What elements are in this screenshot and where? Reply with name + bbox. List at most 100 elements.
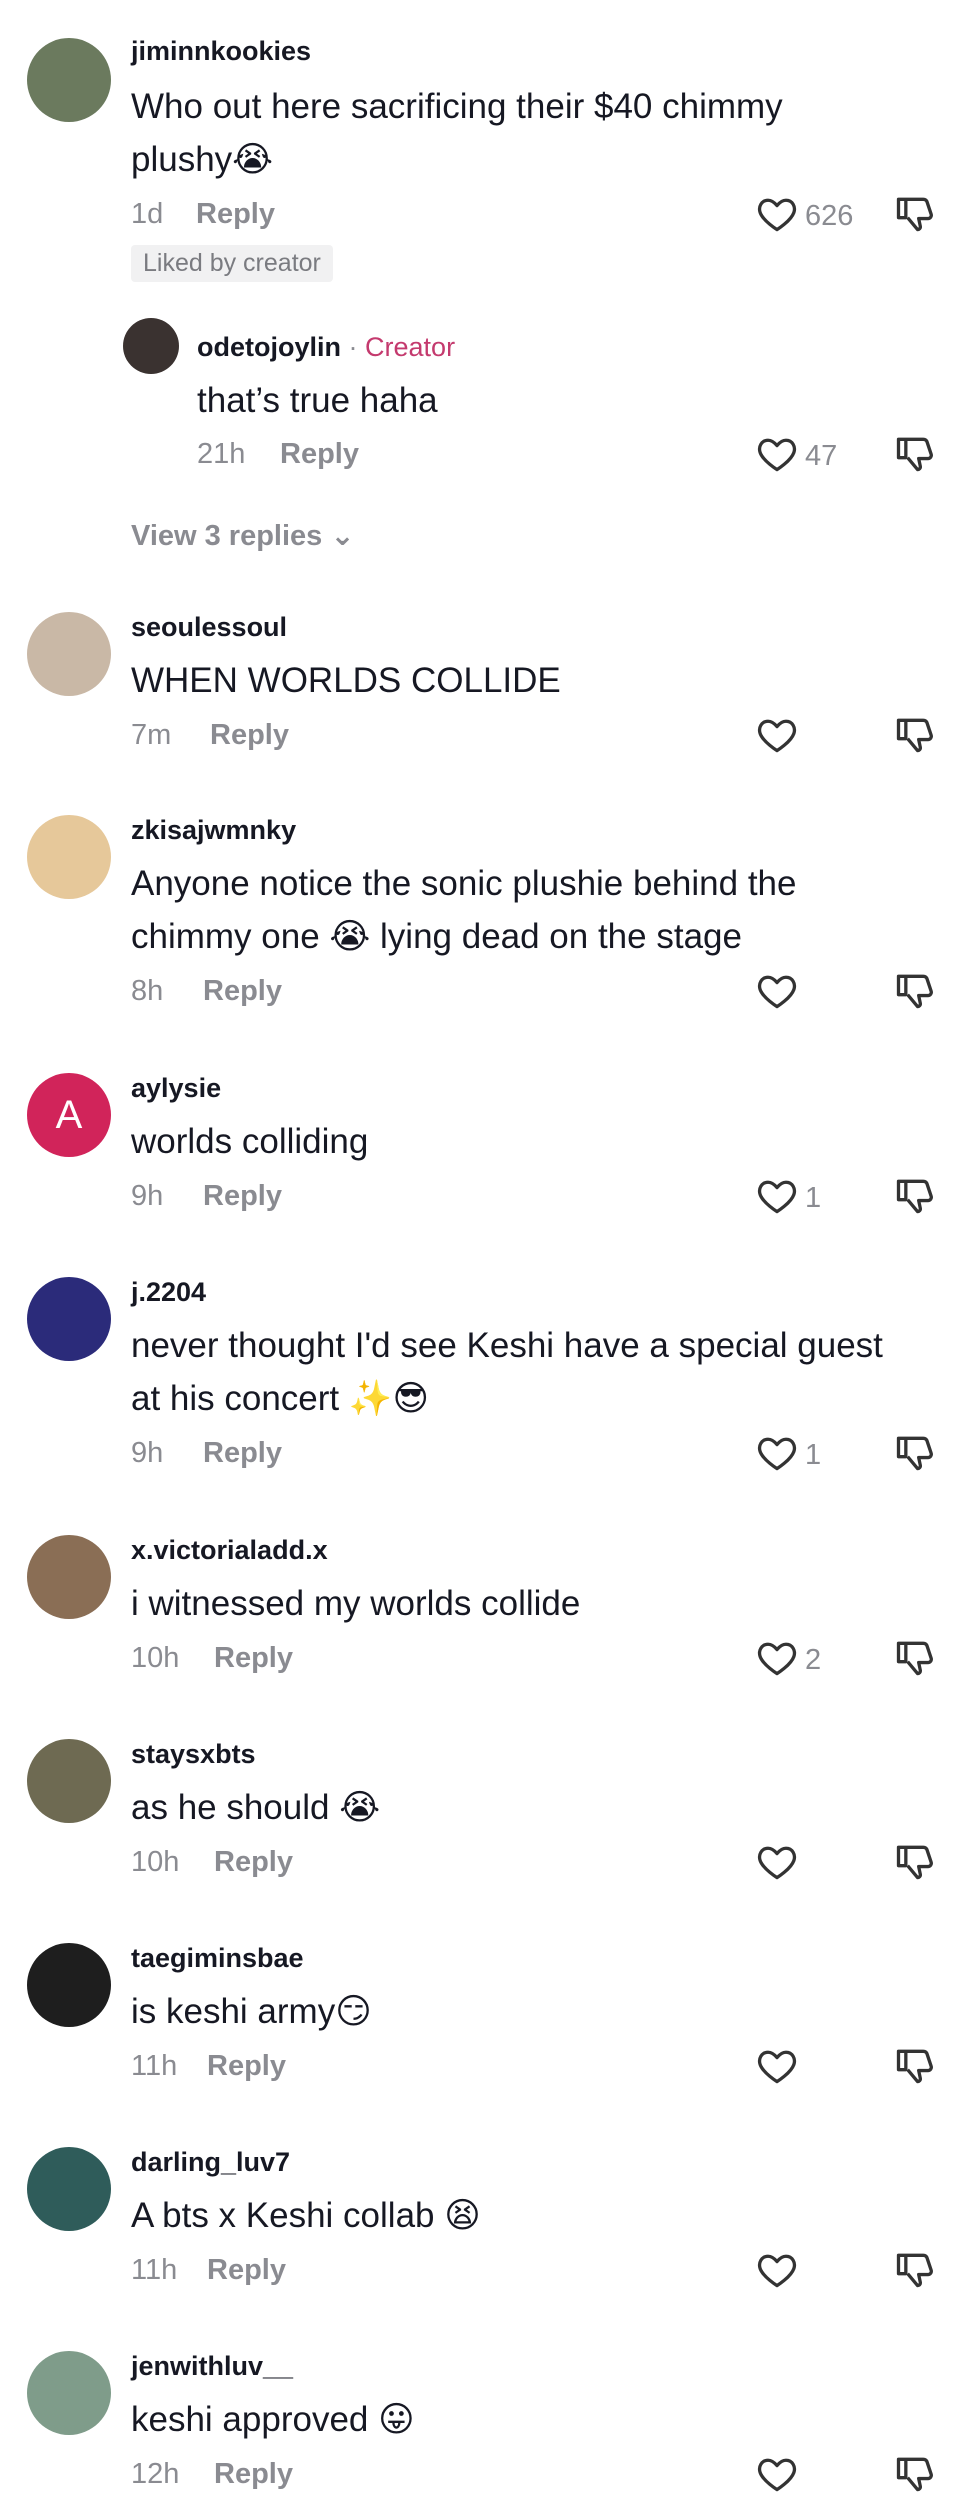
heart-outline-icon [755, 2044, 799, 2093]
like-button[interactable] [755, 2044, 805, 2093]
thumbs-down-outline-icon[interactable] [893, 1840, 937, 1884]
avatar[interactable] [27, 2351, 111, 2435]
creator-label: Creator [365, 332, 456, 362]
comment-text: A bts x Keshi collab 😫 [131, 2196, 481, 2235]
like-button[interactable]: 1 [755, 1174, 821, 1223]
reply-button[interactable]: Reply [203, 1437, 282, 1470]
like-count: 1 [805, 1182, 822, 1214]
heart-outline-icon [755, 1840, 799, 1889]
avatar[interactable] [27, 612, 111, 696]
like-button[interactable]: 2 [755, 1636, 821, 1685]
comment-time: 12h [131, 2458, 180, 2490]
thumbs-down-outline-icon[interactable] [893, 1431, 937, 1475]
reply-username-text[interactable]: odetojoylin [197, 332, 341, 362]
comment-text: at his concert ✨😎 [131, 1379, 429, 1418]
like-button[interactable] [755, 1840, 805, 1889]
heart-outline-icon [755, 969, 799, 1018]
like-count: 1 [805, 1439, 822, 1471]
separator: · [348, 332, 358, 362]
liked-by-creator-badge: Liked by creator [131, 245, 333, 282]
reply-button[interactable]: Reply [203, 1180, 282, 1213]
heart-outline-icon [755, 2248, 799, 2297]
reply-button[interactable]: Reply [210, 719, 289, 752]
avatar[interactable] [27, 1943, 111, 2027]
thumbs-down-outline-icon[interactable] [893, 1174, 937, 1218]
comment-time: 7m [131, 719, 172, 751]
like-button[interactable]: 1 [755, 1431, 821, 1480]
heart-outline-icon [755, 2452, 799, 2501]
comment-username[interactable]: jiminnkookies [131, 36, 311, 67]
like-button[interactable] [755, 713, 805, 762]
comment-text: plushy😭 [131, 140, 274, 179]
thumbs-down-outline-icon[interactable] [893, 2044, 937, 2088]
like-button[interactable] [755, 969, 805, 1018]
comment-text: Anyone notice the sonic plushie behind t… [131, 864, 797, 903]
like-count: 47 [805, 440, 838, 472]
avatar-letter: A [55, 1092, 83, 1137]
comment-username[interactable]: staysxbts [131, 1739, 256, 1770]
comment-text: is keshi army😏 [131, 1992, 372, 2031]
comment-text: worlds colliding [131, 1122, 369, 1161]
comment-text: never thought I'd see Keshi have a speci… [131, 1326, 883, 1365]
comment-time: 9h [131, 1437, 164, 1469]
comment-time: 10h [131, 1846, 180, 1878]
comment-username[interactable]: taegiminsbae [131, 1943, 304, 1974]
comment-username[interactable]: aylysie [131, 1073, 221, 1104]
like-button[interactable]: 47 [755, 432, 837, 481]
comment-time: 10h [131, 1642, 180, 1674]
heart-outline-icon [755, 1431, 799, 1480]
avatar[interactable]: A [27, 1073, 111, 1157]
comment-text: as he should 😭 [131, 1788, 381, 1827]
reply-username[interactable]: odetojoylin · Creator [197, 332, 455, 363]
heart-outline-icon [755, 192, 799, 241]
reply-text: that’s true haha [197, 381, 438, 420]
avatar[interactable] [27, 38, 111, 122]
comment-time: 11h [131, 2050, 178, 2082]
comment-time: 1d [131, 198, 164, 230]
thumbs-down-outline-icon[interactable] [893, 192, 937, 236]
thumbs-down-outline-icon[interactable] [893, 713, 937, 757]
like-count: 626 [805, 200, 854, 232]
reply-button[interactable]: Reply [207, 2254, 286, 2287]
comment-time: 9h [131, 1180, 164, 1212]
like-button[interactable]: 626 [755, 192, 853, 241]
thumbs-down-outline-icon[interactable] [893, 2452, 937, 2496]
thumbs-down-outline-icon[interactable] [893, 2248, 937, 2292]
like-button[interactable] [755, 2248, 805, 2297]
reply-button[interactable]: Reply [207, 2050, 286, 2083]
reply-time: 21h [197, 438, 246, 470]
comment-text: keshi approved 😛 [131, 2400, 415, 2439]
reply-button[interactable]: Reply [214, 1846, 293, 1879]
comment-username[interactable]: darling_luv7 [131, 2147, 290, 2178]
reply-button[interactable]: Reply [196, 198, 275, 231]
avatar[interactable] [27, 2147, 111, 2231]
reply-button[interactable]: Reply [214, 1642, 293, 1675]
avatar[interactable] [27, 1277, 111, 1361]
heart-outline-icon [755, 1636, 799, 1685]
avatar[interactable] [27, 815, 111, 899]
comment-username[interactable]: seoulessoul [131, 612, 287, 643]
heart-outline-icon [755, 1174, 799, 1223]
comment-text: Who out here sacrificing their $40 chimm… [131, 87, 783, 126]
thumbs-down-outline-icon[interactable] [893, 432, 937, 476]
avatar[interactable] [27, 1739, 111, 1823]
heart-outline-icon [755, 713, 799, 762]
comment-time: 11h [131, 2254, 178, 2286]
reply-button[interactable]: Reply [214, 2458, 293, 2491]
reply-button[interactable]: Reply [280, 438, 359, 471]
comment-username[interactable]: j.2204 [131, 1277, 206, 1308]
comment-username[interactable]: jenwithluv__ [131, 2351, 293, 2382]
thumbs-down-outline-icon[interactable] [893, 969, 937, 1013]
avatar[interactable] [123, 318, 179, 374]
comment-text: WHEN WORLDS COLLIDE [131, 661, 561, 700]
avatar[interactable] [27, 1535, 111, 1619]
like-button[interactable] [755, 2452, 805, 2501]
reply-button[interactable]: Reply [203, 975, 282, 1008]
comment-text: chimmy one 😭 lying dead on the stage [131, 917, 742, 956]
thumbs-down-outline-icon[interactable] [893, 1636, 937, 1680]
comment-time: 8h [131, 975, 164, 1007]
like-count: 2 [805, 1644, 822, 1676]
comment-username[interactable]: zkisajwmnky [131, 815, 296, 846]
view-replies-button[interactable]: View 3 replies ⌄ [131, 518, 355, 553]
comment-username[interactable]: x.victorialadd.x [131, 1535, 328, 1566]
